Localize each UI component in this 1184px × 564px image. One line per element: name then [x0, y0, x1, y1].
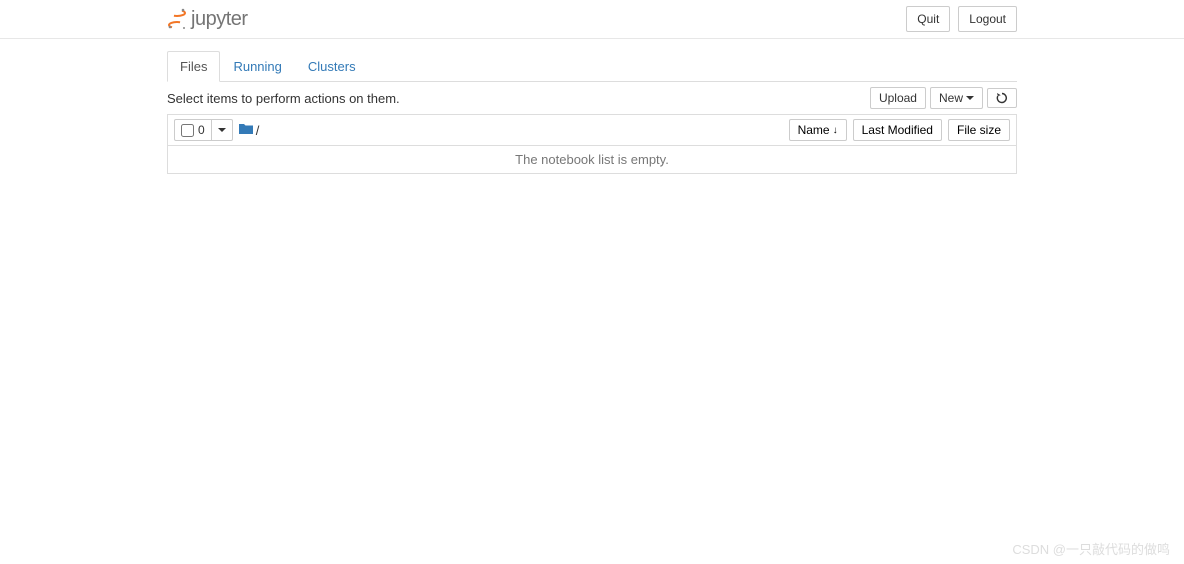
logout-button[interactable]: Logout — [958, 6, 1017, 32]
new-button[interactable]: New — [930, 87, 983, 109]
header-buttons: Quit Logout — [906, 6, 1017, 32]
watermark: CSDN @一只敲代码的做鸣 — [1012, 539, 1170, 558]
select-group: 0 — [174, 119, 233, 141]
sort-last-modified-button[interactable]: Last Modified — [853, 119, 942, 141]
upload-button[interactable]: Upload — [870, 87, 926, 109]
toolbar: Select items to perform actions on them.… — [167, 82, 1017, 114]
caret-down-icon — [218, 128, 226, 132]
arrow-down-icon: ↓ — [833, 125, 838, 136]
tab-files[interactable]: Files — [167, 51, 220, 82]
select-all-input[interactable] — [181, 124, 194, 137]
selected-count: 0 — [198, 123, 205, 137]
tab-running[interactable]: Running — [220, 51, 294, 82]
breadcrumb-sep: / — [256, 123, 260, 138]
sort-name-label: Name — [798, 123, 830, 137]
jupyter-icon — [167, 8, 187, 30]
sort-name-button[interactable]: Name ↓ — [789, 119, 847, 141]
sort-file-size-button[interactable]: File size — [948, 119, 1010, 141]
logo-text: jupyter — [191, 8, 248, 31]
refresh-icon — [996, 92, 1008, 104]
tabs: Files Running Clusters — [167, 51, 1017, 82]
refresh-button[interactable] — [987, 88, 1017, 108]
select-all-checkbox[interactable]: 0 — [175, 120, 212, 140]
jupyter-logo[interactable]: jupyter — [167, 8, 248, 31]
empty-list-message: The notebook list is empty. — [167, 146, 1017, 174]
list-header: 0 / Name ↓ Last Modified File size — [167, 114, 1017, 146]
quit-button[interactable]: Quit — [906, 6, 950, 32]
folder-icon — [239, 123, 253, 138]
new-label: New — [939, 91, 963, 105]
tab-clusters[interactable]: Clusters — [295, 51, 369, 82]
header: jupyter Quit Logout — [0, 0, 1184, 39]
toolbar-hint: Select items to perform actions on them. — [167, 91, 400, 106]
breadcrumb[interactable]: / — [239, 123, 260, 138]
caret-down-icon — [966, 96, 974, 100]
select-dropdown[interactable] — [212, 120, 232, 140]
